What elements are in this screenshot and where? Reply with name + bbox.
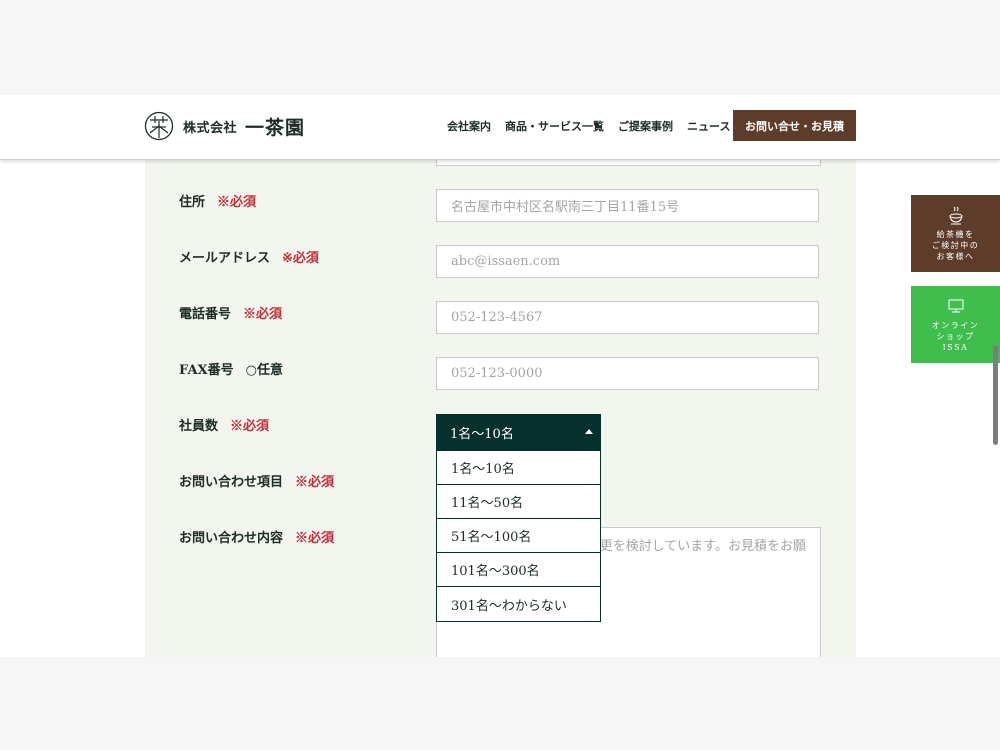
employees-option[interactable]: 1名〜10名 [437, 451, 600, 485]
side-green-line: ショップ [936, 332, 975, 341]
email-label-text: メールアドレス [179, 251, 271, 266]
company-prefix: 株式会社 [183, 120, 238, 136]
nav-item-cases[interactable]: ご提案事例 [618, 118, 673, 134]
employees-select[interactable]: 1名〜10名 [436, 414, 601, 450]
site-logo[interactable]: 株式会社 一茶園 [144, 111, 305, 141]
inquiry-content-label-text: お問い合わせ内容 [179, 531, 284, 546]
fax-field[interactable]: 052-123-0000 [436, 357, 819, 390]
fax-label-text: FAX番号 [179, 363, 234, 378]
phone-field[interactable]: 052-123-4567 [436, 301, 819, 334]
email-label: メールアドレス ※必須 [179, 247, 319, 266]
side-brown-line: 給茶機を [936, 230, 975, 239]
required-badge: ※必須 [295, 475, 335, 490]
required-badge: ※必須 [243, 307, 283, 322]
email-field[interactable]: abc@issaen.com [436, 245, 819, 278]
employees-label: 社員数 ※必須 [179, 415, 269, 434]
address-label: 住所 ※必須 [179, 191, 256, 210]
required-badge: ※必須 [295, 531, 335, 546]
nav-item-news[interactable]: ニュース [687, 118, 730, 134]
inquiry-content-label: お問い合わせ内容 ※必須 [179, 527, 334, 546]
employees-option[interactable]: 301名〜わからない [437, 587, 600, 621]
address-field[interactable]: 名古屋市中村区名駅南三丁目11番15号 [436, 189, 819, 222]
employees-option[interactable]: 11名〜50名 [437, 485, 600, 519]
employees-option[interactable]: 51名〜100名 [437, 519, 600, 553]
phone-label-text: 電話番号 [179, 307, 232, 322]
required-badge: ※必須 [282, 251, 319, 266]
scrollbar-thumb[interactable] [993, 345, 998, 445]
company-name: 一茶園 [245, 116, 306, 139]
inquiry-item-label-text: お問い合わせ項目 [179, 475, 284, 490]
page-viewport: 株式会社 一茶園 会社案内 商品・サービス一覧 ご提案事例 ニュース お問い合せ… [0, 95, 1000, 657]
optional-badge: ○任意 [245, 363, 283, 378]
tea-machine-side-link[interactable]: 給茶機を ご検討中の お客様へ [911, 195, 1000, 272]
contact-button[interactable]: お問い合せ・お見積 [733, 110, 856, 141]
side-green-line: オンライン [931, 321, 980, 330]
required-badge: ※必須 [217, 195, 257, 210]
logo-mark-icon [144, 111, 174, 141]
required-badge: ※必須 [230, 419, 270, 434]
employees-label-text: 社員数 [179, 419, 219, 434]
nav-item-company[interactable]: 会社案内 [447, 118, 491, 134]
scrollbar[interactable] [993, 345, 998, 445]
phone-label: 電話番号 ※必須 [179, 303, 282, 322]
employees-options-list: 1名〜10名 11名〜50名 51名〜100名 101名〜300名 301名〜わ… [436, 450, 601, 622]
online-shop-side-link[interactable]: オンライン ショップ ISSA [911, 286, 1000, 363]
tea-cup-icon [949, 206, 962, 225]
main-nav: 会社案内 商品・サービス一覧 ご提案事例 ニュース [447, 118, 744, 134]
site-header: 株式会社 一茶園 会社案内 商品・サービス一覧 ご提案事例 ニュース お問い合せ… [0, 95, 1000, 160]
side-brown-line: お客様へ [936, 252, 975, 261]
address-label-text: 住所 [179, 195, 206, 210]
nav-item-products[interactable]: 商品・サービス一覧 [505, 118, 604, 134]
inquiry-item-label: お問い合わせ項目 ※必須 [179, 471, 334, 490]
monitor-icon [948, 299, 963, 313]
employees-option[interactable]: 101名〜300名 [437, 553, 600, 587]
employees-selected-value: 1名〜10名 [450, 426, 514, 442]
caret-up-icon [585, 429, 593, 434]
side-green-line: ISSA [942, 343, 969, 352]
side-brown-line: ご検討中の [931, 241, 980, 250]
fax-label: FAX番号 ○任意 [179, 359, 283, 378]
